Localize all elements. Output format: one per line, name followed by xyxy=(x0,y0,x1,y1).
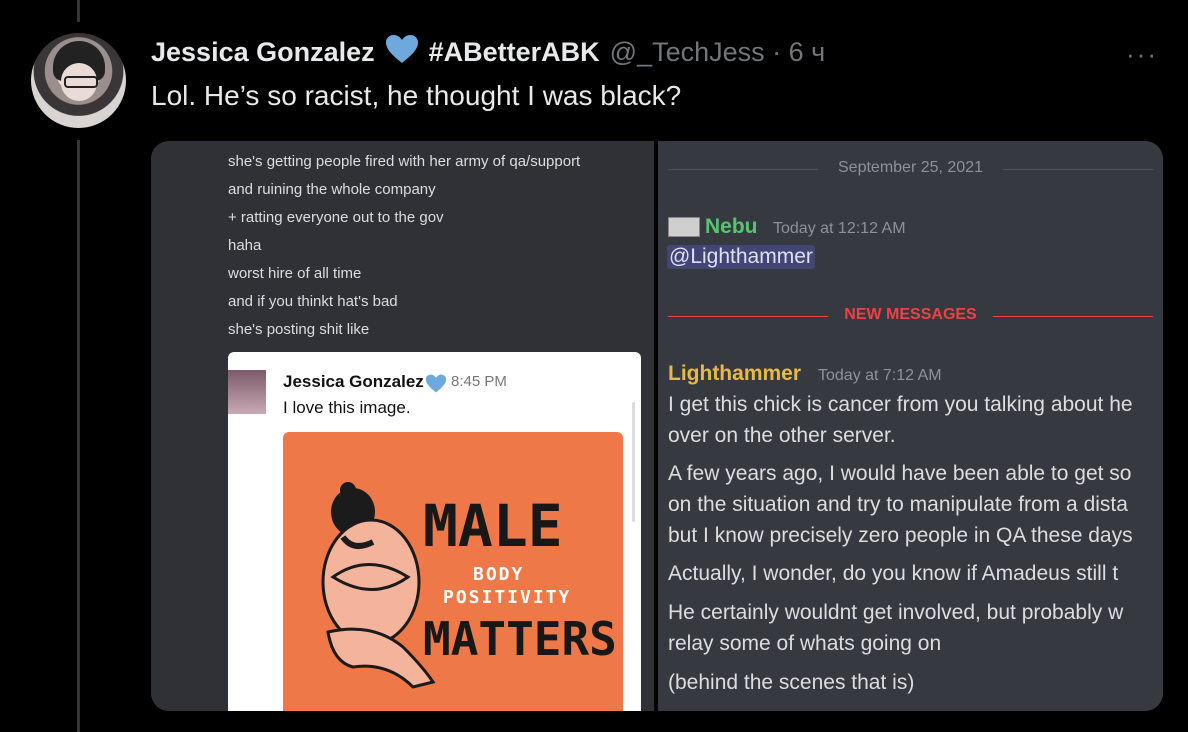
message-line: I get this chick is cancer from you talk… xyxy=(668,393,1133,416)
embed-author-name: Jessica Gonzalez xyxy=(283,372,424,391)
blue-heart-icon xyxy=(425,374,447,398)
blue-heart-icon xyxy=(385,34,419,71)
embed-scrollbar[interactable] xyxy=(632,402,635,522)
message-line: but I know precisely zero people in QA t… xyxy=(668,524,1133,547)
hashtag[interactable]: #ABetterABK xyxy=(429,37,600,68)
message-line: relay some of whats going on xyxy=(668,632,942,655)
tweet-text: Lol. He’s so racist, he thought I was bl… xyxy=(151,80,682,111)
author-name[interactable]: Jessica Gonzalez xyxy=(151,37,375,68)
message-timestamp: Today at 12:12 AM xyxy=(773,220,906,237)
message-timestamp: Today at 7:12 AM xyxy=(818,367,942,384)
mention-lighthammer: @Lighthammer xyxy=(667,245,815,269)
poster-image: MALE BODY POSITIVITY MATTERS xyxy=(283,432,623,711)
dm-line: she's getting people fired with her army… xyxy=(228,153,581,170)
poster-subtitle-body: BODY xyxy=(473,564,525,585)
more-icon[interactable]: ··· xyxy=(1126,39,1158,70)
discord-screenshot: September 25, 2021 Nebu Today at 12:12 A… xyxy=(658,141,1163,711)
embed-time: 8:45 PM xyxy=(451,373,507,390)
message-line: He certainly wouldnt get involved, but p… xyxy=(668,601,1124,624)
thread-line-top xyxy=(77,0,80,22)
avatar[interactable] xyxy=(31,33,126,128)
dm-line: and ruining the whole company xyxy=(228,181,436,198)
message-line: (behind the scenes that is) xyxy=(668,671,915,694)
dm-line: haha xyxy=(228,237,262,254)
poster-subtitle-positivity: POSITIVITY xyxy=(443,587,572,608)
message-line: over on the other server. xyxy=(668,424,896,447)
embedded-post: Jessica Gonzalez 8:45 PM I love this ima… xyxy=(228,352,641,711)
dm-line: + ratting everyone out to the gov xyxy=(228,209,444,226)
message-author-lighthammer: Lighthammer xyxy=(668,362,802,385)
new-messages-divider: NEW MESSAGES xyxy=(658,306,1163,324)
handle-time[interactable]: @_TechJess · 6 ч xyxy=(610,37,826,68)
message-author-nebu: Nebu xyxy=(705,215,758,238)
poster-figure-illustration xyxy=(321,482,436,689)
poster-title-male: MALE xyxy=(423,492,563,560)
embed-text: I love this image. xyxy=(283,398,411,417)
avatar-glasses xyxy=(64,76,98,88)
dm-screenshot: she's getting people fired with her army… xyxy=(151,141,654,711)
nebu-avatar xyxy=(668,217,700,237)
tweet-media[interactable]: she's getting people fired with her army… xyxy=(151,141,1163,711)
thread-line-bottom xyxy=(77,140,80,732)
message-line: Actually, I wonder, do you know if Amade… xyxy=(668,562,1119,585)
dm-line: she's posting shit like xyxy=(228,321,370,338)
embed-avatar xyxy=(228,370,266,414)
dm-line: and if you thinkt hat's bad xyxy=(228,293,398,310)
dm-line: worst hire of all time xyxy=(228,265,362,282)
poster-title-matters: MATTERS xyxy=(423,612,617,666)
message-line: on the situation and try to manipulate f… xyxy=(668,493,1128,516)
date-separator: September 25, 2021 xyxy=(658,159,1163,177)
tweet-header: Jessica Gonzalez #ABetterABK @_TechJess … xyxy=(151,34,825,70)
message-line: A few years ago, I would have been able … xyxy=(668,462,1132,485)
